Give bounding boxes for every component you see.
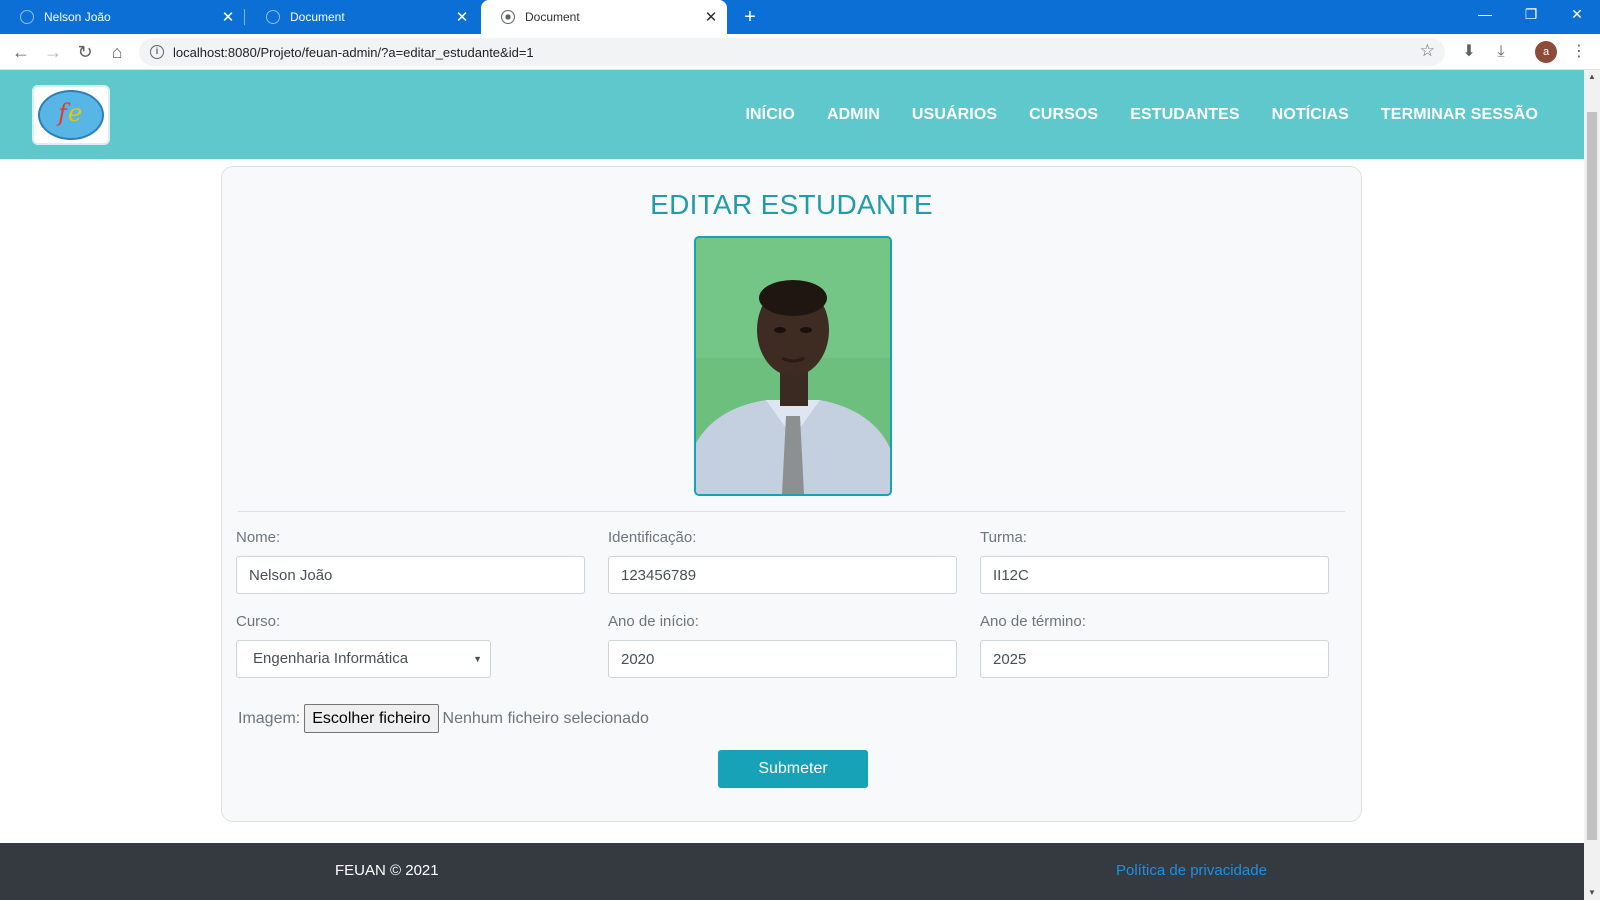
imagem-label: Imagem: xyxy=(238,709,301,727)
divider xyxy=(238,511,1345,512)
site-header: f e INÍCIO ADMIN USUÁRIOS CURSOS ESTUDAN… xyxy=(0,70,1584,159)
identificacao-group: Identificação: xyxy=(608,529,957,594)
browser-tab-active[interactable]: Document ✕ xyxy=(481,0,727,34)
menu-kebab-icon[interactable]: ⋮ xyxy=(1568,41,1590,63)
dropdown-caret-icon: ▼ xyxy=(473,654,482,664)
scrollbar-thumb[interactable] xyxy=(1587,112,1597,840)
scroll-down-arrow-icon[interactable]: ▼ xyxy=(1584,886,1600,900)
ano-inicio-label: Ano de início: xyxy=(608,613,699,630)
window-close-icon[interactable]: ✕ xyxy=(1554,0,1600,30)
ano-termino-input[interactable] xyxy=(980,640,1329,678)
browser-toolbar: ← → ↻ ⌂ i localhost:8080/Projeto/feuan-a… xyxy=(0,34,1600,70)
scroll-up-arrow-icon[interactable]: ▲ xyxy=(1584,70,1600,84)
back-arrow-icon[interactable]: ← xyxy=(8,39,34,65)
imagem-file-row: Imagem: Escolher ficheiro Nenhum ficheir… xyxy=(238,704,649,733)
feuan-logo[interactable]: f e xyxy=(32,85,110,145)
file-status: Nenhum ficheiro selecionado xyxy=(442,709,649,727)
profile-avatar[interactable]: a xyxy=(1535,41,1557,63)
main-nav: INÍCIO ADMIN USUÁRIOS CURSOS ESTUDANTES … xyxy=(713,70,1538,159)
ano-termino-group: Ano de término: xyxy=(980,613,1329,678)
close-icon[interactable]: ✕ xyxy=(701,8,721,26)
logo-e-mark: e xyxy=(68,99,83,127)
browser-tab-strip: Nelson João ✕ Document ✕ Document ✕ + — … xyxy=(0,0,1600,34)
browser-tab[interactable]: Document ✕ xyxy=(246,0,478,34)
tab-title: Nelson João xyxy=(44,10,111,24)
new-tab-icon[interactable]: + xyxy=(738,5,762,29)
curso-selected-value: Engenharia Informática xyxy=(253,650,409,667)
logo-f-mark: f xyxy=(58,99,67,127)
downloads-icon[interactable]: ⤓ xyxy=(1490,41,1512,63)
submit-button[interactable]: Submeter xyxy=(718,750,868,788)
curso-group: Curso: Engenharia Informática ▼ xyxy=(236,613,491,678)
tab-title: Document xyxy=(525,10,580,24)
curso-label: Curso: xyxy=(236,613,281,630)
identificacao-input[interactable] xyxy=(608,556,957,594)
reload-icon[interactable]: ↻ xyxy=(72,39,98,65)
nav-inicio[interactable]: INÍCIO xyxy=(745,106,795,124)
nav-usuarios[interactable]: USUÁRIOS xyxy=(912,106,997,124)
address-bar[interactable]: i localhost:8080/Projeto/feuan-admin/?a=… xyxy=(139,38,1445,66)
nav-admin[interactable]: ADMIN xyxy=(827,106,880,124)
page-viewport: f e INÍCIO ADMIN USUÁRIOS CURSOS ESTUDAN… xyxy=(0,70,1584,900)
choose-file-button[interactable]: Escolher ficheiro xyxy=(304,704,439,733)
restore-icon[interactable]: ❐ xyxy=(1508,0,1554,30)
privacy-policy-link[interactable]: Política de privacidade xyxy=(1116,862,1267,879)
site-footer: FEUAN © 2021 Política de privacidade xyxy=(0,843,1584,900)
copyright-text: FEUAN © 2021 xyxy=(335,862,439,879)
student-photo xyxy=(694,236,892,496)
home-icon[interactable]: ⌂ xyxy=(104,39,130,65)
ano-termino-label: Ano de término: xyxy=(980,613,1086,630)
nav-estudantes[interactable]: ESTUDANTES xyxy=(1130,106,1239,124)
browser-tab[interactable]: Nelson João ✕ xyxy=(0,0,245,34)
edit-student-card: EDITAR ESTUDANTE Nome: Identificaçã xyxy=(221,166,1362,822)
ano-inicio-group: Ano de início: xyxy=(608,613,957,678)
curso-select[interactable]: Engenharia Informática ▼ xyxy=(236,640,491,678)
page-scrollbar[interactable]: ▲ ▼ xyxy=(1584,70,1600,900)
ano-inicio-input[interactable] xyxy=(608,640,957,678)
tab-title: Document xyxy=(290,10,345,24)
minimize-icon[interactable]: — xyxy=(1462,0,1508,30)
nav-cursos[interactable]: CURSOS xyxy=(1029,106,1098,124)
nome-group: Nome: xyxy=(236,529,585,594)
identificacao-label: Identificação: xyxy=(608,529,697,546)
forward-arrow-icon[interactable]: → xyxy=(40,39,66,65)
download-arrow-icon[interactable]: ⬇ xyxy=(1458,41,1480,63)
info-icon[interactable]: i xyxy=(150,45,164,59)
nav-noticias[interactable]: NOTÍCIAS xyxy=(1272,106,1349,124)
close-icon[interactable]: ✕ xyxy=(452,8,472,26)
url-text: localhost:8080/Projeto/feuan-admin/?a=ed… xyxy=(173,44,534,60)
nav-terminar-sessao[interactable]: TERMINAR SESSÃO xyxy=(1381,106,1538,124)
nome-input[interactable] xyxy=(236,556,585,594)
page-title: EDITAR ESTUDANTE xyxy=(650,189,933,220)
bookmark-star-icon[interactable]: ☆ xyxy=(1420,41,1435,61)
globe-icon xyxy=(20,10,34,24)
turma-label: Turma: xyxy=(980,529,1027,546)
turma-group: Turma: xyxy=(980,529,1329,594)
globe-icon xyxy=(501,10,515,24)
student-photo-image xyxy=(696,238,890,494)
close-icon[interactable]: ✕ xyxy=(218,8,238,26)
globe-icon xyxy=(266,10,280,24)
turma-input[interactable] xyxy=(980,556,1329,594)
nome-label: Nome: xyxy=(236,529,281,546)
